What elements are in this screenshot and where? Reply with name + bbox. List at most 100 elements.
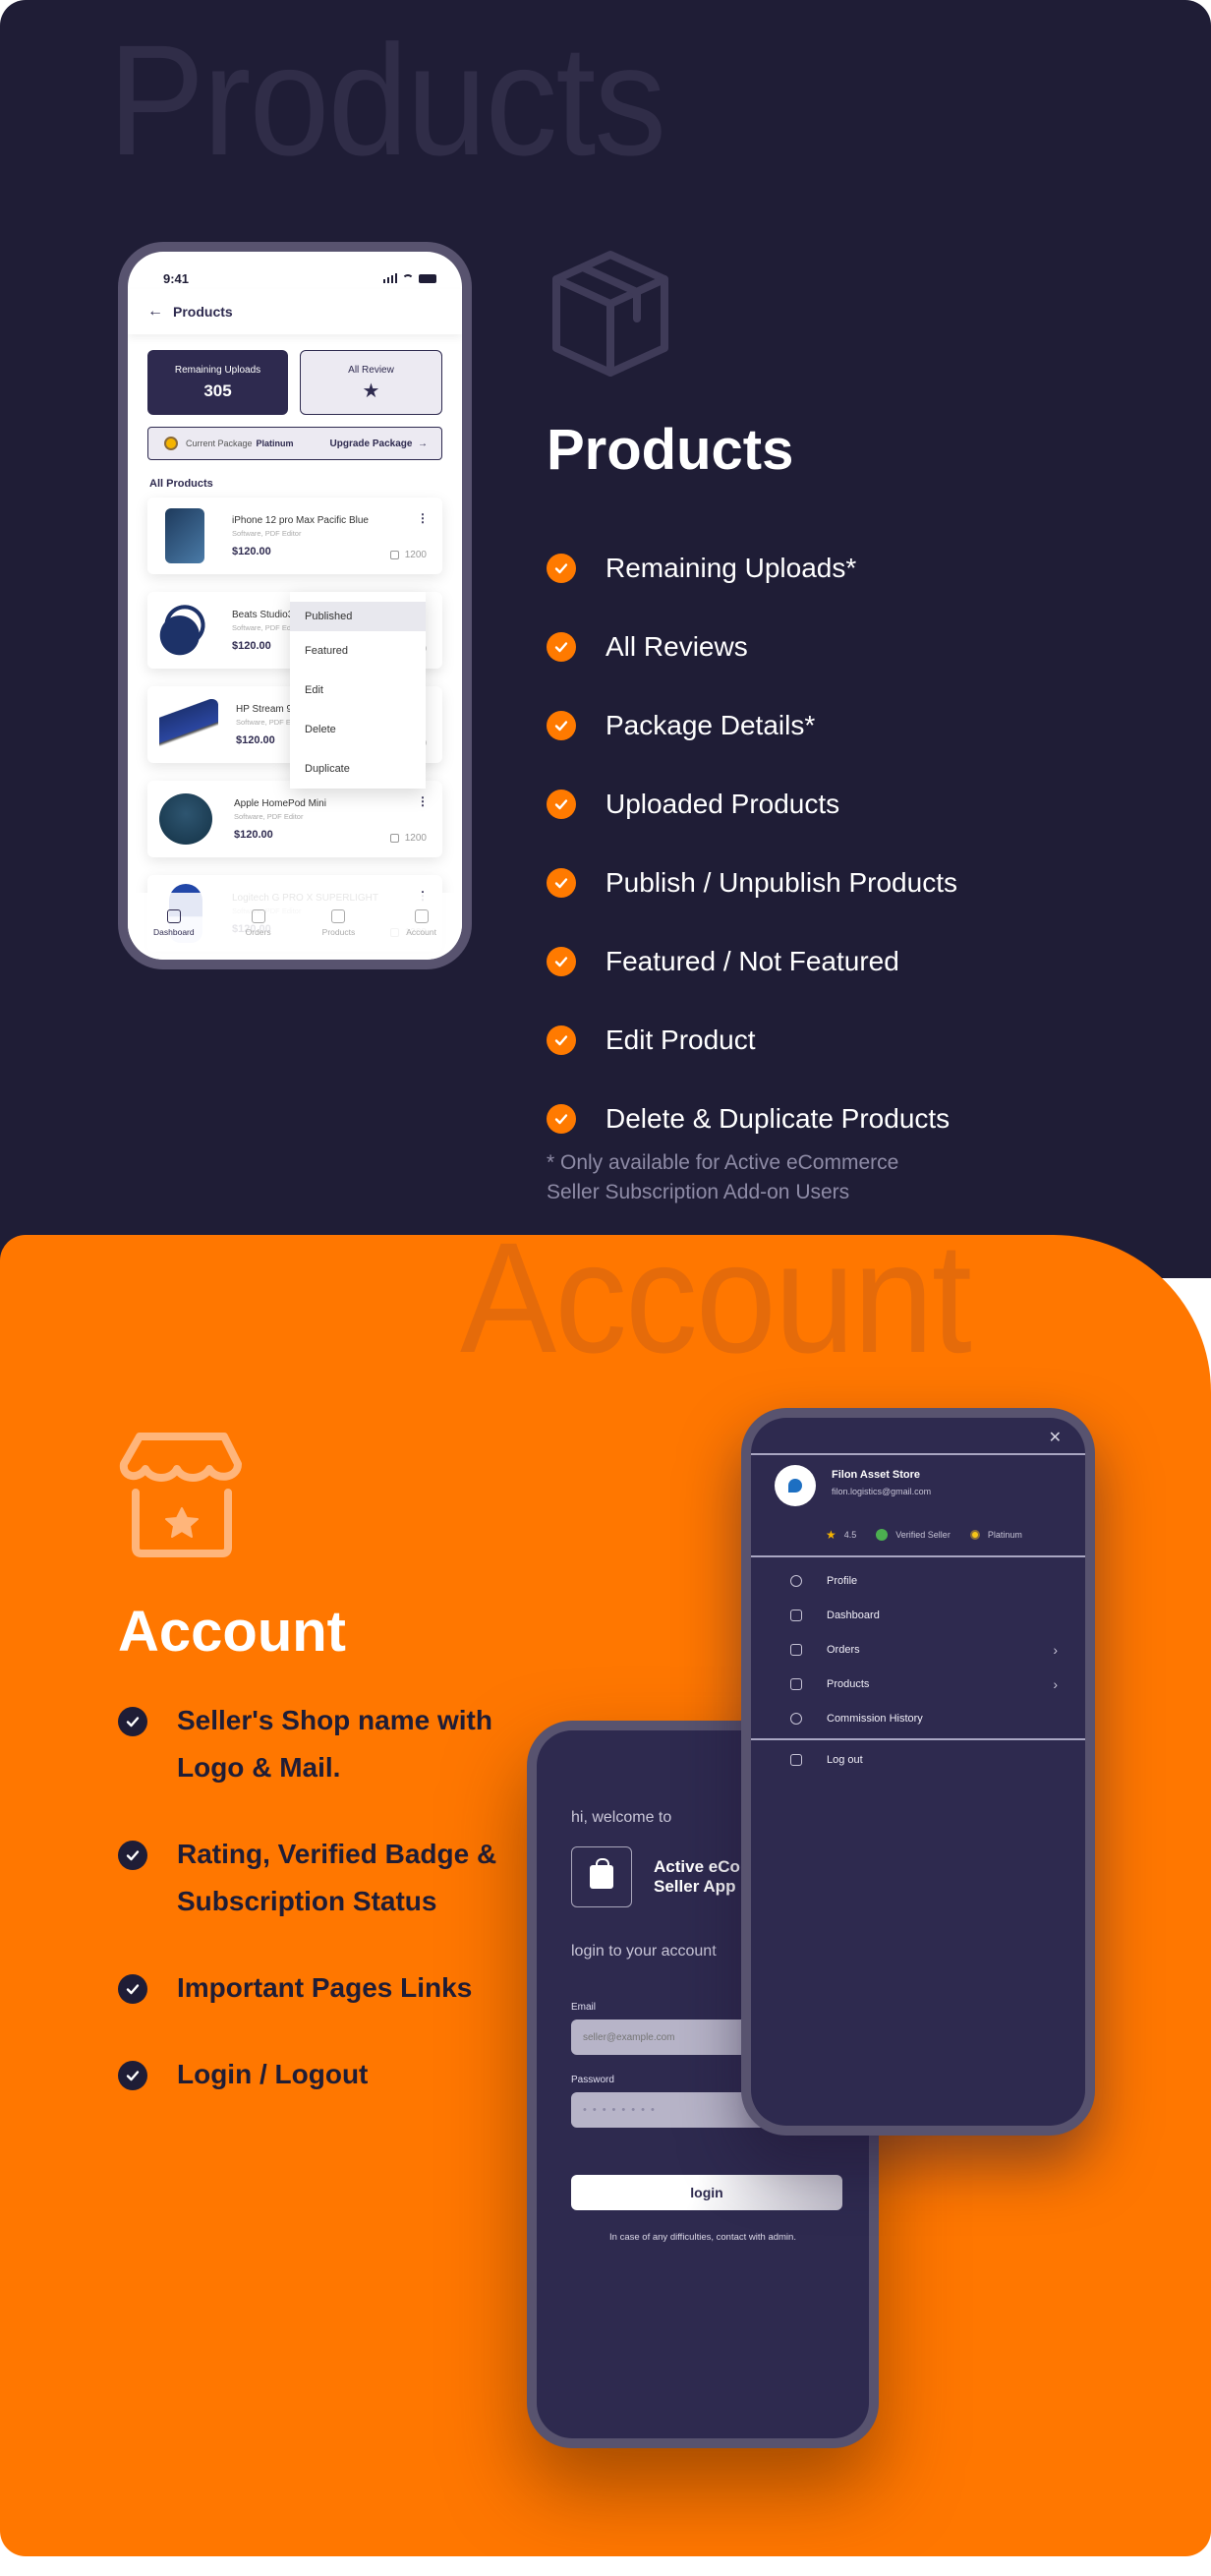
check-circle-icon: [547, 868, 576, 898]
all-review-label: All Review: [348, 364, 394, 376]
check-circle-icon: [547, 1025, 576, 1055]
menu-phone-screen: ✕ Filon Asset Store filon.logistics@gmai…: [751, 1418, 1085, 2126]
login-button[interactable]: login: [571, 2175, 842, 2210]
feature-item: Remaining Uploads*: [547, 529, 957, 608]
dropdown-item-delete[interactable]: Delete: [290, 710, 426, 749]
close-icon[interactable]: ✕: [1049, 1428, 1062, 1447]
check-circle-icon: [118, 1974, 147, 2004]
upgrade-package-link[interactable]: Upgrade Package →: [330, 439, 429, 449]
drawer-menu: Profile Dashboard Orders › Products › Comm…: [751, 1563, 1085, 1735]
storefront-icon: [118, 1432, 246, 1559]
menu-item-dashboard[interactable]: Dashboard: [751, 1598, 1085, 1632]
store-icon: [414, 909, 429, 923]
product-card[interactable]: Apple HomePod Mini Software, PDF Editor …: [147, 781, 442, 857]
feature-text: Uploaded Products: [606, 789, 840, 819]
product-image-homepod: [159, 793, 212, 845]
all-products-heading: All Products: [149, 478, 213, 490]
check-circle-icon: [118, 1841, 147, 1870]
footnote-line: * Only available for Active eCommerce: [547, 1151, 899, 1174]
check-circle-icon: [547, 790, 576, 819]
dropdown-item-duplicate[interactable]: Duplicate: [290, 749, 426, 789]
feature-text: Important Pages Links: [177, 1972, 473, 2003]
package-bar: Current Package Platinum Upgrade Package…: [147, 427, 442, 460]
chevron-right-icon: ›: [1053, 1675, 1058, 1692]
nav-dashboard[interactable]: Dashboard: [153, 909, 195, 937]
medal-icon: [164, 437, 178, 450]
account-section: Account Account Seller's Shop name with …: [0, 1235, 1211, 2556]
login-subtitle: login to your account: [571, 1943, 717, 1960]
verified-check-icon: [876, 1529, 889, 1541]
star-icon: ★: [826, 1528, 836, 1542]
divider: [751, 1453, 1085, 1455]
shopping-bag-logo-icon: [571, 1846, 632, 1907]
menu-item-logout[interactable]: Log out: [751, 1742, 1085, 1777]
remaining-uploads-card: Remaining Uploads 305: [147, 350, 288, 415]
user-icon: [790, 1574, 802, 1587]
menu-item-products[interactable]: Products ›: [751, 1667, 1085, 1701]
bottom-nav: Dashboard Orders Products Account: [128, 893, 462, 960]
check-circle-icon: [118, 1707, 147, 1736]
feature-text: Package Details*: [606, 710, 816, 740]
feature-text: Remaining Uploads*: [606, 553, 857, 583]
product-image-laptop: [159, 699, 218, 750]
nav-orders[interactable]: Orders: [246, 909, 271, 937]
feature-item: Uploaded Products: [547, 765, 957, 844]
dropdown-item-featured[interactable]: Featured: [290, 631, 426, 671]
menu-item-commission-history[interactable]: Commission History: [751, 1701, 1085, 1735]
chevron-right-icon: ›: [1053, 1641, 1058, 1658]
product-stock: 1200: [389, 550, 427, 560]
account-background-word: Account: [460, 1235, 972, 1385]
feature-text: Login / Logout: [177, 2059, 369, 2089]
battery-icon: [419, 273, 436, 283]
logout-icon: [790, 1753, 802, 1766]
remaining-uploads-label: Remaining Uploads: [174, 364, 261, 376]
footnote-line: Seller Subscription Add-on Users: [547, 1181, 850, 1203]
feature-text: All Reviews: [606, 631, 748, 662]
nav-account[interactable]: Account: [406, 909, 436, 937]
remaining-uploads-value: 305: [203, 381, 232, 400]
current-package-label: Current Package: [186, 439, 253, 448]
dropdown-item-edit[interactable]: Edit: [290, 671, 426, 710]
products-background-word: Products: [108, 12, 666, 188]
verified-badge: Verified Seller: [876, 1529, 951, 1541]
feature-item: Package Details*: [547, 686, 957, 765]
box-icon: [790, 1677, 802, 1690]
menu-item-profile[interactable]: Profile: [751, 1563, 1085, 1598]
product-card[interactable]: iPhone 12 pro Max Pacific Blue Software,…: [147, 498, 442, 574]
product-actions-dropdown: Published Featured Edit Delete Duplicate: [290, 592, 426, 789]
product-name: iPhone 12 pro Max Pacific Blue: [232, 514, 369, 526]
footnote: * Only available for Active eCommerce Se…: [547, 1148, 898, 1207]
product-category: Software, PDF Editor: [234, 811, 304, 821]
more-vertical-icon[interactable]: ⋮: [417, 794, 429, 808]
dropdown-item-published[interactable]: Published: [290, 602, 426, 631]
check-circle-icon: [118, 2061, 147, 2090]
check-circle-icon: [547, 711, 576, 740]
back-arrow-icon[interactable]: ←: [147, 303, 163, 321]
product-stock: 1200: [389, 833, 427, 844]
package-box-icon: [547, 250, 674, 378]
menu-item-orders[interactable]: Orders ›: [751, 1632, 1085, 1667]
page-title: Products: [173, 304, 233, 320]
email-label: Email: [571, 2002, 597, 2013]
product-image-iphone: [165, 508, 204, 563]
star-icon: ★: [362, 380, 380, 402]
welcome-greeting: hi, welcome to: [571, 1809, 672, 1826]
check-circle-icon: [547, 947, 576, 976]
feature-item: Edit Product: [547, 1001, 957, 1080]
clipboard-icon: [251, 909, 265, 923]
store-header: Filon Asset Store filon.logistics@gmail.…: [775, 1465, 931, 1506]
feature-text: Rating, Verified Badge & Subscription St…: [177, 1839, 497, 1916]
feature-item: Important Pages Links: [118, 1972, 531, 2012]
feature-text: Featured / Not Featured: [606, 946, 899, 976]
all-review-card[interactable]: All Review ★: [300, 350, 442, 415]
check-circle-icon: [547, 554, 576, 583]
store-email: filon.logistics@gmail.com: [832, 1487, 932, 1496]
stat-row: Remaining Uploads 305 All Review ★: [128, 334, 462, 415]
check-circle-icon: [547, 1104, 576, 1134]
wifi-icon: [402, 273, 414, 283]
product-name: Apple HomePod Mini: [234, 797, 326, 809]
more-vertical-icon[interactable]: ⋮: [417, 511, 429, 525]
nav-products[interactable]: Products: [322, 909, 355, 937]
dashboard-grid-icon: [790, 1609, 802, 1621]
status-time: 9:41: [163, 270, 190, 286]
